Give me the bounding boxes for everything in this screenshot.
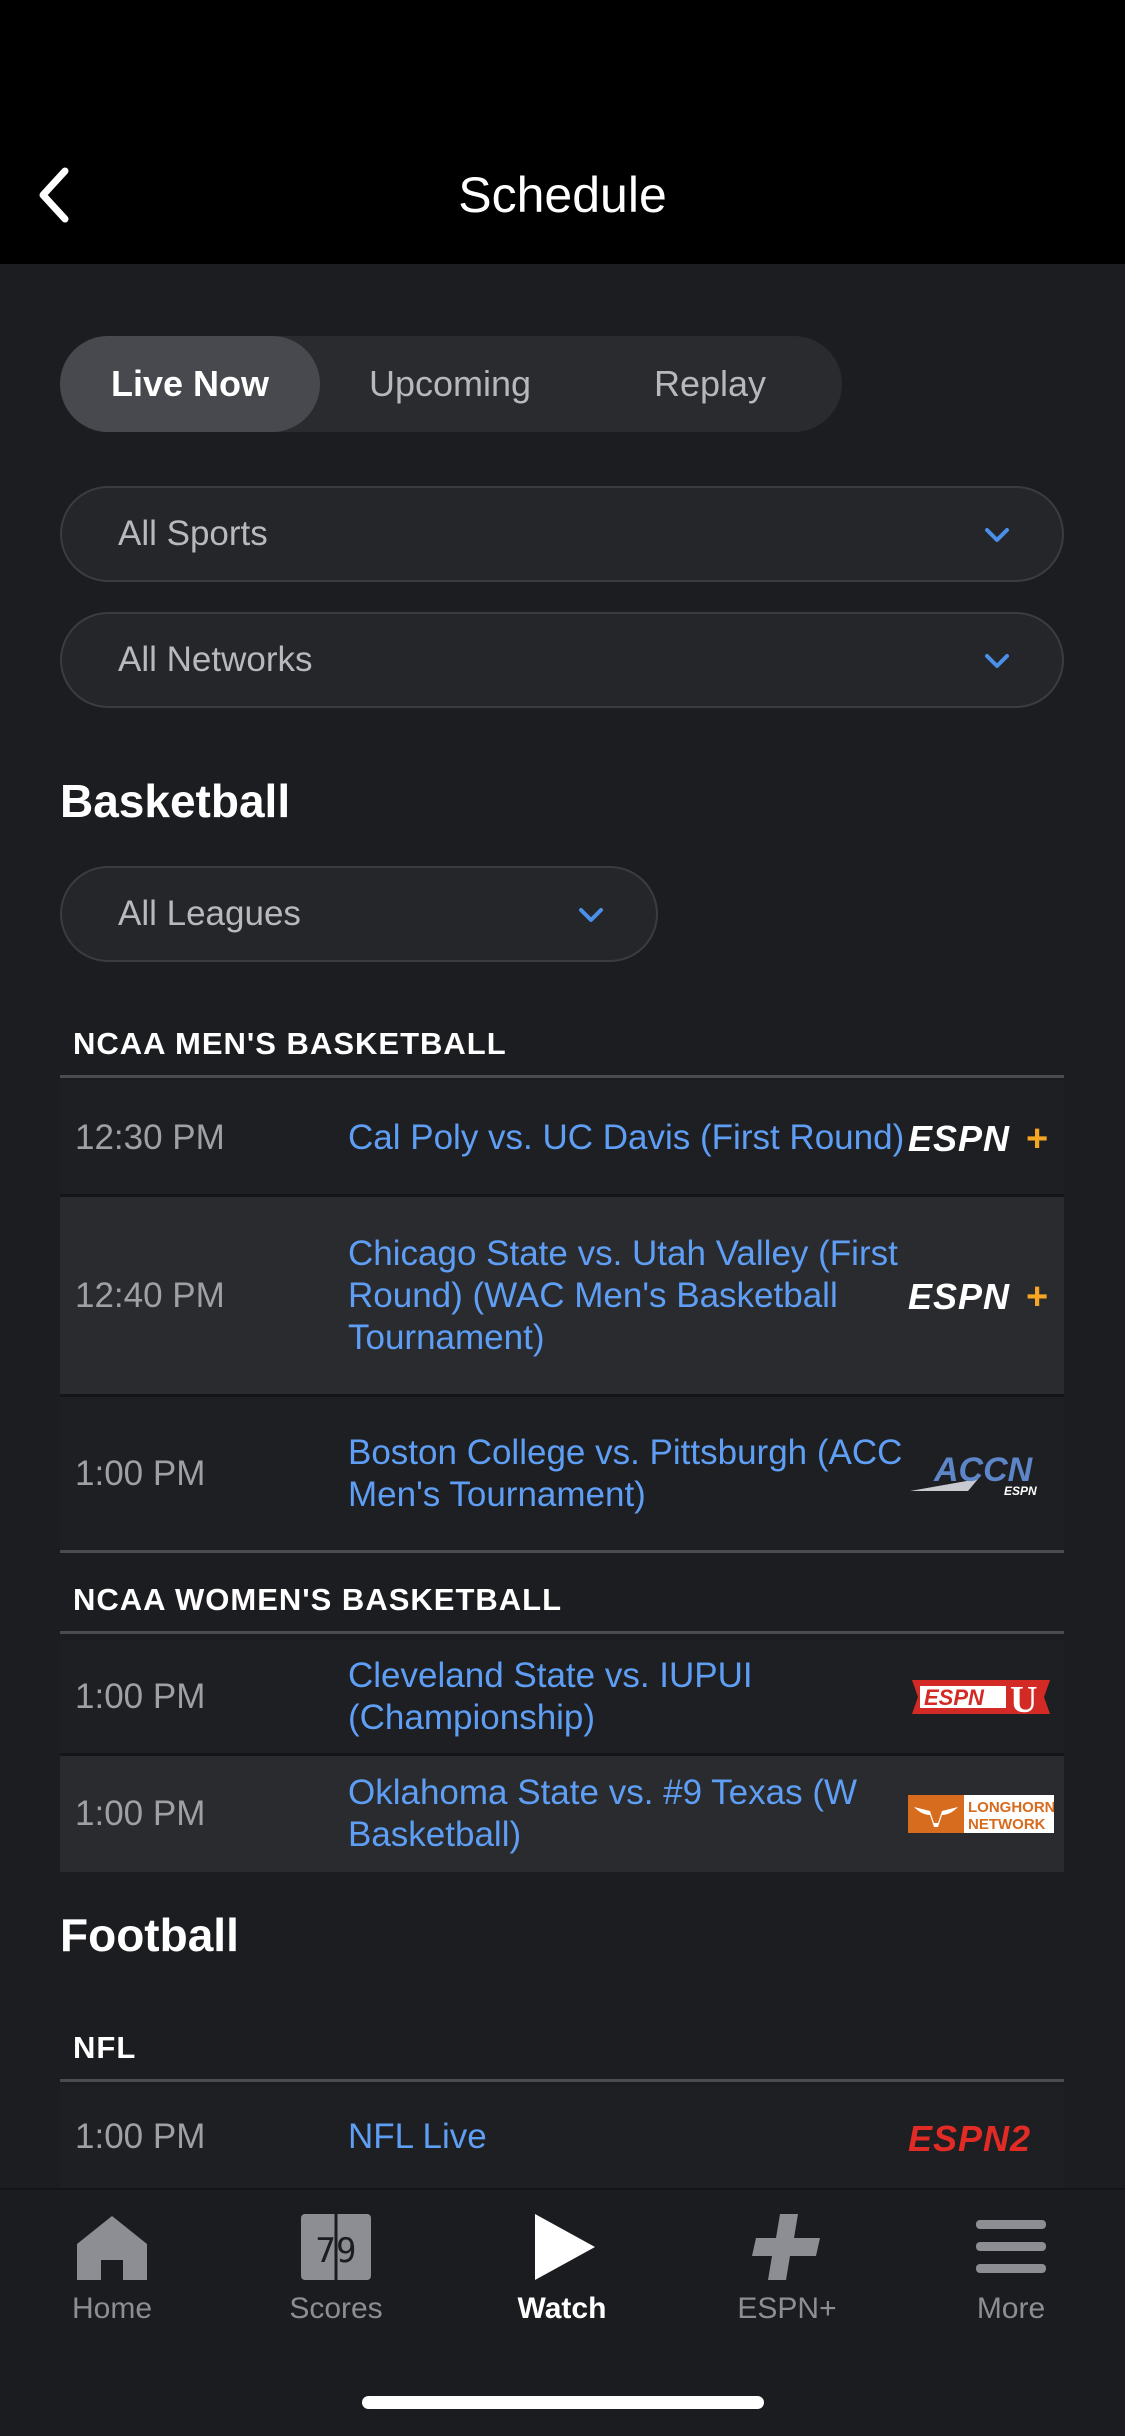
sports-dropdown[interactable]: All Sports xyxy=(60,486,1064,582)
svg-text:LONGHORN: LONGHORN xyxy=(968,1799,1054,1816)
svg-text:ESPN: ESPN xyxy=(908,1276,1010,1316)
svg-text:ESPN2: ESPN2 xyxy=(908,2118,1031,2157)
schedule-tabs: Live Now Upcoming Replay xyxy=(60,336,842,432)
section-title-football: Football xyxy=(60,1909,239,1961)
tab-home[interactable]: Home xyxy=(12,2212,212,2326)
event-title[interactable]: Cleveland State vs. IUPUI (Championship) xyxy=(348,1655,908,1739)
svg-text:+: + xyxy=(1026,1118,1048,1158)
network-logo-espn-plus: ESPN + xyxy=(908,1271,1054,1321)
event-time: 1:00 PM xyxy=(75,2117,206,2156)
nav-header: Schedule xyxy=(0,0,1125,264)
svg-text:+: + xyxy=(1026,1276,1048,1316)
league-header-nfl: NFL xyxy=(60,2016,1064,2082)
menu-icon xyxy=(976,2220,1046,2273)
play-icon xyxy=(535,2214,595,2280)
network-logo-accn: ACCN ESPN xyxy=(908,1449,1054,1499)
plus-icon xyxy=(752,2214,820,2280)
chevron-down-icon xyxy=(985,654,1009,668)
page-title: Schedule xyxy=(458,167,667,223)
tab-scores-label: Scores xyxy=(289,2292,383,2325)
event-title[interactable]: Oklahoma State vs. #9 Texas (W Basketbal… xyxy=(348,1772,908,1856)
event-time: 12:40 PM xyxy=(75,1275,225,1315)
scoreboard-icon: 79 xyxy=(301,2214,371,2280)
tab-watch-label: Watch xyxy=(517,2292,607,2325)
schedule-row[interactable]: 1:00 PM NFL Live ESPN2 xyxy=(60,2085,1064,2189)
network-logo-longhorn-network: LONGHORN NETWORK xyxy=(908,1789,1054,1839)
event-title[interactable]: NFL Live xyxy=(348,2116,908,2158)
sports-dropdown-value: All Sports xyxy=(118,514,268,553)
schedule-row[interactable]: 1:00 PM Cleveland State vs. IUPUI (Champ… xyxy=(60,1640,1064,1756)
chevron-down-icon xyxy=(985,528,1009,542)
schedule-row[interactable]: 12:30 PM Cal Poly vs. UC Davis (First Ro… xyxy=(60,1081,1064,1197)
tab-scores[interactable]: 79 Scores xyxy=(236,2212,436,2326)
leagues-dropdown[interactable]: All Leagues xyxy=(60,866,658,962)
tab-live-now[interactable]: Live Now xyxy=(60,336,320,432)
event-time: 1:00 PM xyxy=(75,1453,206,1493)
tab-watch[interactable]: Watch xyxy=(462,2212,662,2326)
network-logo-espn-plus: ESPN + xyxy=(908,1113,1054,1163)
schedule-row[interactable]: 1:00 PM Oklahoma State vs. #9 Texas (W B… xyxy=(60,1756,1064,1872)
schedule-row[interactable]: 12:40 PM Chicago State vs. Utah Valley (… xyxy=(60,1197,1064,1397)
event-time: 1:00 PM xyxy=(75,1794,206,1833)
leagues-dropdown-value: All Leagues xyxy=(118,894,301,933)
home-indicator xyxy=(362,2396,764,2409)
home-icon xyxy=(77,2216,147,2280)
event-time: 1:00 PM xyxy=(75,1676,206,1716)
event-title[interactable]: Cal Poly vs. UC Davis (First Round) xyxy=(348,1117,908,1159)
league-header-ncaa-men: NCAA MEN'S BASKETBALL xyxy=(60,1012,1064,1078)
svg-text:ESPN: ESPN xyxy=(924,1685,985,1710)
svg-text:NETWORK: NETWORK xyxy=(968,1816,1046,1833)
event-time: 12:30 PM xyxy=(75,1117,225,1157)
tab-more-label: More xyxy=(976,2292,1046,2325)
svg-text:ESPN: ESPN xyxy=(908,1118,1010,1158)
svg-text:79: 79 xyxy=(316,2231,357,2271)
tab-more[interactable]: More xyxy=(911,2212,1111,2326)
svg-text:ESPN: ESPN xyxy=(1004,1484,1037,1498)
event-title[interactable]: Chicago State vs. Utah Valley (First Rou… xyxy=(348,1233,908,1359)
network-logo-espnu: ESPN U xyxy=(908,1672,1054,1722)
svg-text:U: U xyxy=(1010,1679,1037,1720)
tab-espn-plus-label: ESPN+ xyxy=(737,2292,837,2325)
tab-espn-plus[interactable]: ESPN+ xyxy=(687,2212,887,2326)
schedule-row[interactable]: 1:00 PM Boston College vs. Pittsburgh (A… xyxy=(60,1397,1064,1553)
network-logo-espn2: ESPN2 xyxy=(908,2112,1054,2162)
event-title[interactable]: Boston College vs. Pittsburgh (ACC Men's… xyxy=(348,1432,908,1516)
networks-dropdown[interactable]: All Networks xyxy=(60,612,1064,708)
chevron-down-icon xyxy=(579,908,603,922)
section-title-basketball: Basketball xyxy=(60,775,291,827)
tab-replay[interactable]: Replay xyxy=(580,336,840,432)
tab-home-label: Home xyxy=(71,2292,153,2325)
league-header-ncaa-women: NCAA WOMEN'S BASKETBALL xyxy=(60,1568,1064,1634)
tab-upcoming[interactable]: Upcoming xyxy=(320,336,580,432)
networks-dropdown-value: All Networks xyxy=(118,640,313,679)
